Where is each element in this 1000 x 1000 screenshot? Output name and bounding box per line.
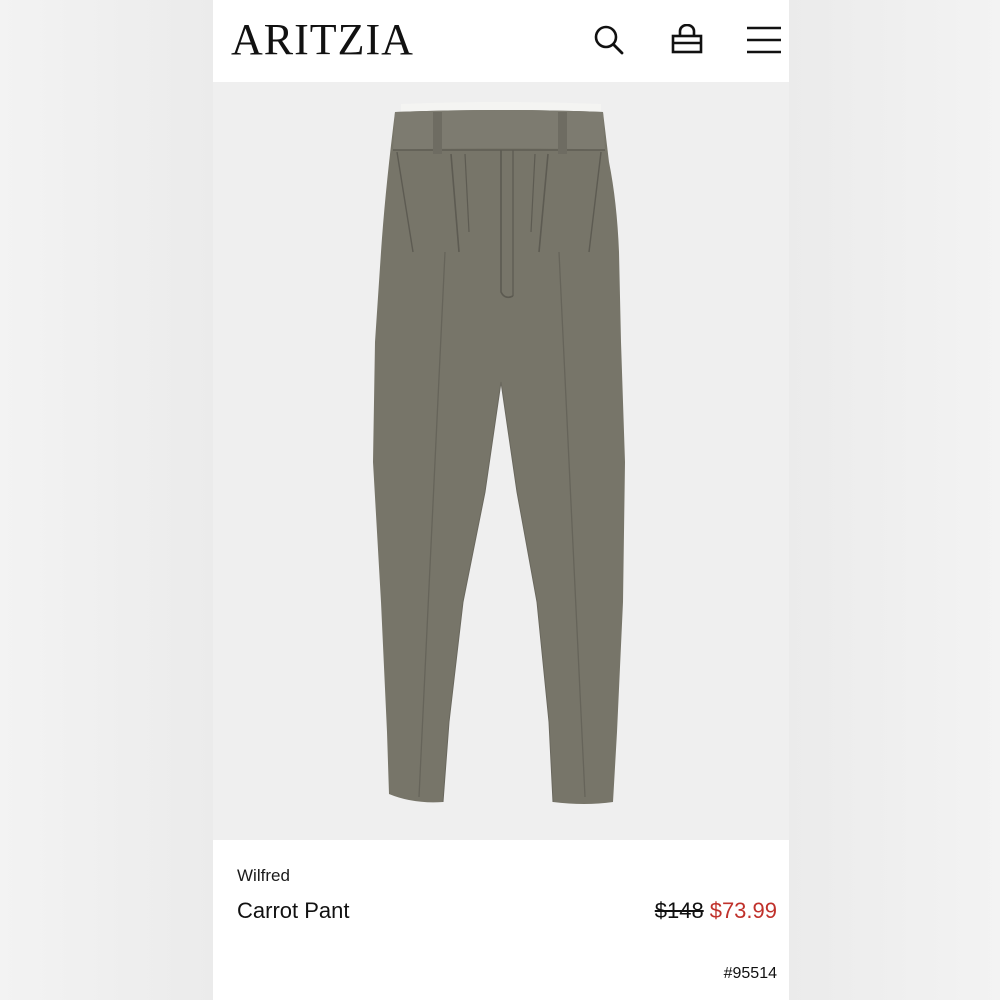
search-button[interactable]	[590, 22, 628, 58]
listing-id: #95514	[723, 965, 777, 982]
original-price: $148	[654, 898, 704, 923]
bag-icon	[671, 24, 703, 54]
sale-price: $73.99	[709, 898, 777, 923]
price-block: $148 $73.99	[655, 898, 777, 924]
product-brand[interactable]: Wilfred	[237, 866, 290, 886]
bag-button[interactable]	[668, 22, 706, 58]
site-header: ARITZIA	[213, 0, 789, 82]
product-name[interactable]: Carrot Pant	[237, 898, 350, 924]
pants-illustration	[373, 102, 625, 804]
brand-logo[interactable]: ARITZIA	[231, 14, 414, 66]
product-page: ARITZIA Wilfred Carrot Pant $148 $73.99 …	[213, 0, 789, 1000]
search-icon	[594, 25, 624, 55]
menu-icon	[747, 26, 781, 54]
menu-button[interactable]	[745, 22, 783, 58]
product-image[interactable]	[213, 82, 789, 840]
right-margin	[789, 0, 1000, 1000]
left-margin	[0, 0, 213, 1000]
